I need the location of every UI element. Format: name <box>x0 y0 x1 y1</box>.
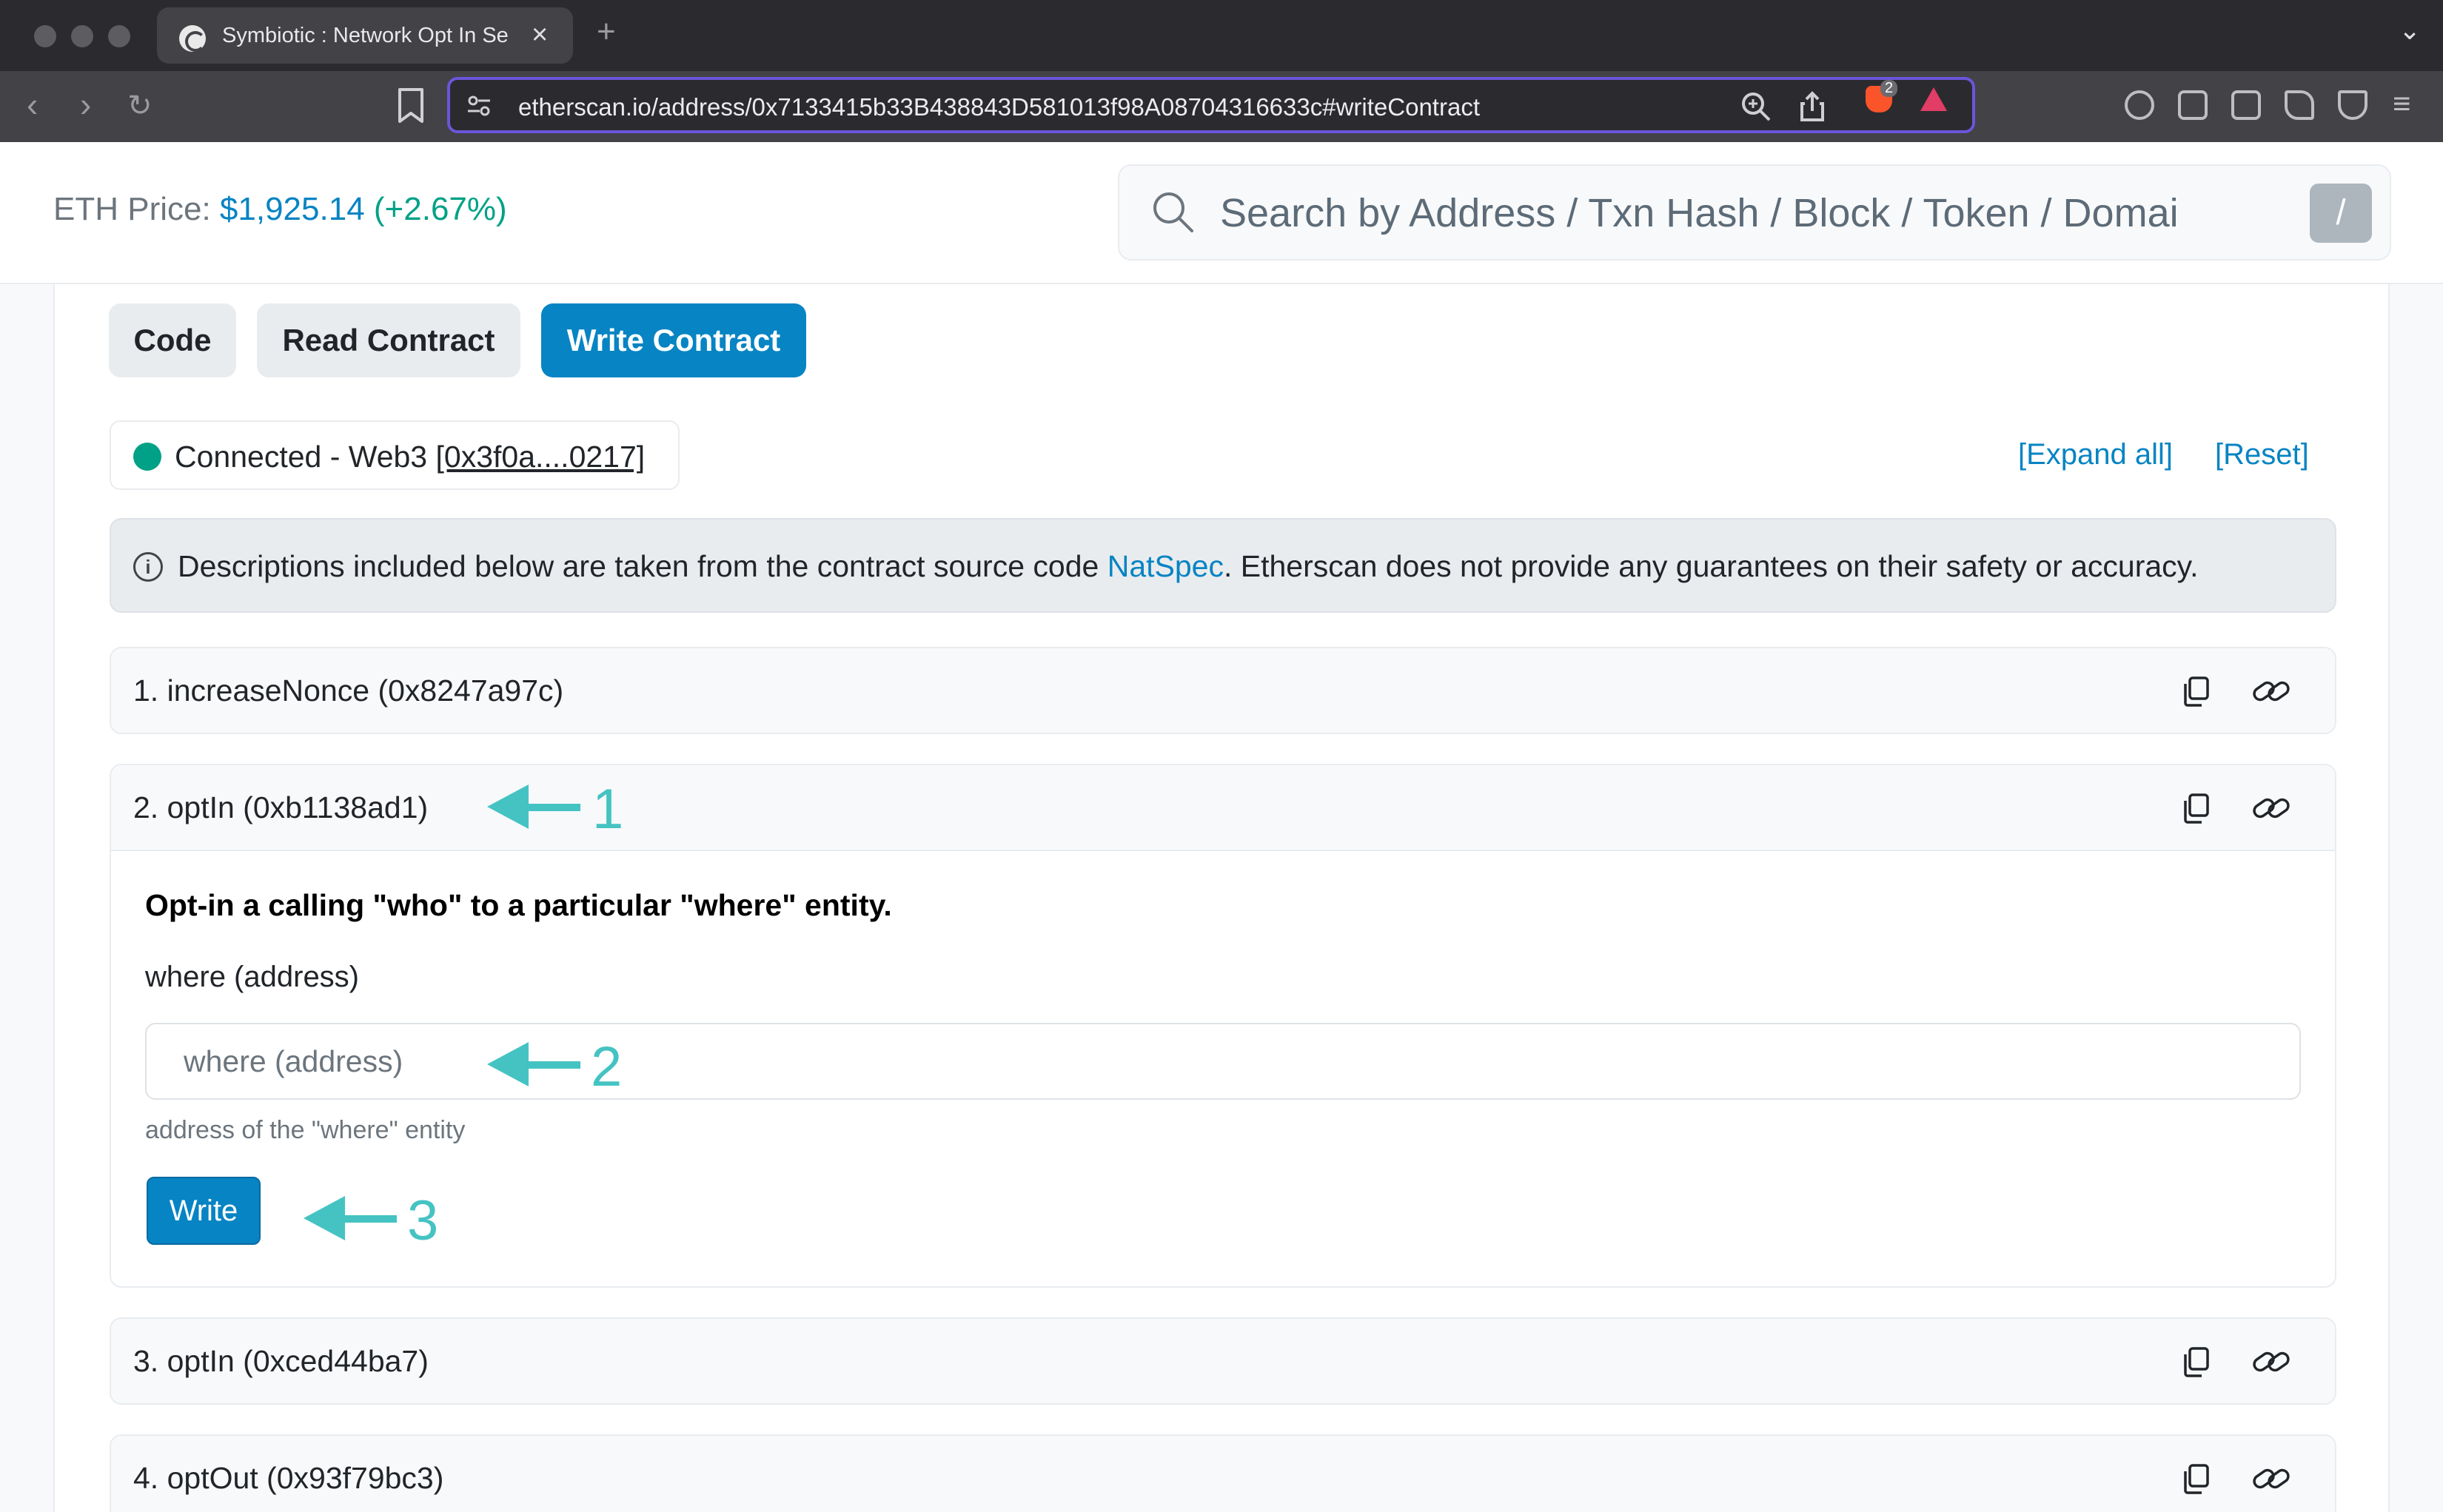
tab-write-contract[interactable]: Write Contract <box>541 303 806 377</box>
vpn-shield-icon[interactable] <box>2338 90 2367 120</box>
wallet-icon[interactable] <box>2231 90 2261 120</box>
reset-link[interactable]: [Reset] <box>2215 438 2309 471</box>
natspec-notice: i Descriptions included below are taken … <box>110 518 2336 613</box>
menu-icon[interactable]: ≡ <box>2393 86 2411 121</box>
arrow-right-icon[interactable]: → <box>2329 1458 2335 1495</box>
annotation-arrow-2: 2 <box>487 1035 635 1098</box>
tab-title: Symbiotic : Network Opt In Se <box>222 24 509 47</box>
annotation-number: 2 <box>591 1035 623 1098</box>
sidebar-icon[interactable] <box>2178 90 2208 120</box>
method-description: Opt-in a calling "who" to a particular "… <box>145 888 892 922</box>
search-input[interactable] <box>1220 187 2286 240</box>
connected-address-link[interactable]: [0x3f0a....0217] <box>436 440 646 474</box>
share-icon[interactable] <box>1796 90 1829 123</box>
method-title: 3. optIn (0xced44ba7) <box>133 1344 429 1378</box>
browser-tab-active[interactable]: Symbiotic : Network Opt In Se × <box>157 7 573 64</box>
copy-icon[interactable] <box>2179 1345 2212 1378</box>
method-title: 4. optOut (0x93f79bc3) <box>133 1461 444 1495</box>
back-icon[interactable]: ‹ <box>27 84 38 124</box>
method-header[interactable]: 3. optIn (0xced44ba7) → <box>111 1319 2335 1403</box>
annotation-shaft <box>338 1215 397 1223</box>
search-icon <box>1153 192 1193 232</box>
copy-icon[interactable] <box>2179 675 2212 708</box>
bookmark-icon[interactable] <box>397 87 425 124</box>
browser-tab-bar: Symbiotic : Network Opt In Se × + ⌄ <box>0 0 2443 71</box>
tab-close-icon[interactable]: × <box>532 19 548 51</box>
notice-text: Descriptions included below are taken fr… <box>178 549 2199 584</box>
search-shortcut-key: / <box>2310 184 2372 243</box>
natspec-link[interactable]: NatSpec <box>1107 549 1224 583</box>
where-field-hint: address of the "where" entity <box>145 1116 466 1144</box>
method-accordion: 1. increaseNonce (0x8247a97c) → <box>110 647 2336 734</box>
expand-all-link[interactable]: [Expand all] <box>2018 438 2173 471</box>
method-header[interactable]: 2. optIn (0xb1138ad1) ↓ <box>111 765 2335 851</box>
copy-icon[interactable] <box>2179 792 2212 824</box>
forward-icon[interactable]: › <box>80 84 91 124</box>
eth-price-value[interactable]: $1,925.14 <box>220 191 365 227</box>
annotation-arrow-1: 1 <box>487 778 635 841</box>
annotation-arrow-3: 3 <box>304 1189 452 1252</box>
method-title: 1. increaseNonce (0x8247a97c) <box>133 673 564 708</box>
annotation-number: 1 <box>592 778 624 841</box>
notice-text-after: . Etherscan does not provide any guarant… <box>1223 549 2199 583</box>
method-header[interactable]: 4. optOut (0x93f79bc3) → <box>111 1436 2335 1512</box>
extensions-icon[interactable] <box>2125 90 2154 120</box>
window-close-button[interactable] <box>34 25 56 47</box>
method-accordion: 3. optIn (0xced44ba7) → <box>110 1317 2336 1405</box>
annotation-shaft <box>521 1061 580 1069</box>
where-field-label: where (address) <box>145 961 360 993</box>
connection-text: Connected - Web3 [0x3f0a....0217] <box>175 440 645 474</box>
connection-status-label: Connected - Web3 <box>175 440 436 474</box>
reload-icon[interactable]: ↻ <box>127 89 153 123</box>
arrow-down-icon[interactable]: ↓ <box>2329 787 2335 824</box>
new-tab-icon[interactable]: + <box>597 13 616 50</box>
chevron-down-icon[interactable]: ⌄ <box>2399 15 2421 46</box>
link-icon[interactable] <box>2251 675 2292 708</box>
eth-price-label: ETH Price: <box>53 191 220 227</box>
wallet-connection-status: Connected - Web3 [0x3f0a....0217] <box>110 420 680 490</box>
brave-rewards-icon[interactable] <box>1920 87 1947 111</box>
where-address-input[interactable] <box>145 1023 2301 1100</box>
eth-price: ETH Price: $1,925.14 (+2.67%) <box>53 191 507 228</box>
copy-icon[interactable] <box>2179 1462 2212 1495</box>
leo-ai-icon[interactable] <box>2285 90 2314 120</box>
browser-toolbar: ‹ › ↻ etherscan.io/address/0x7133415b33B… <box>0 71 2443 142</box>
notice-text-before: Descriptions included below are taken fr… <box>178 549 1107 583</box>
method-header[interactable]: 1. increaseNonce (0x8247a97c) → <box>111 648 2335 733</box>
write-button[interactable]: Write <box>147 1177 261 1245</box>
site-settings-icon[interactable] <box>466 95 492 117</box>
site-favicon-icon <box>179 25 206 52</box>
link-icon[interactable] <box>2251 1345 2292 1378</box>
eth-price-change: (+2.67%) <box>373 191 507 227</box>
window-minimize-button[interactable] <box>71 25 93 47</box>
method-title: 2. optIn (0xb1138ad1) <box>133 790 429 824</box>
tab-read-contract[interactable]: Read Contract <box>257 303 520 377</box>
tab-code[interactable]: Code <box>109 303 236 377</box>
link-icon[interactable] <box>2251 1462 2292 1495</box>
link-icon[interactable] <box>2251 792 2292 824</box>
info-icon: i <box>133 552 163 582</box>
url-text[interactable]: etherscan.io/address/0x7133415b33B438843… <box>518 93 1480 121</box>
address-bar[interactable]: etherscan.io/address/0x7133415b33B438843… <box>447 77 1975 133</box>
connected-status-dot <box>133 443 161 471</box>
arrow-right-icon[interactable]: → <box>2329 1341 2335 1378</box>
zoom-icon[interactable] <box>1740 90 1772 123</box>
contract-card: Code Read Contract Write Contract Connec… <box>53 284 2390 1512</box>
site-header: ETH Price: $1,925.14 (+2.67%) / <box>0 142 2443 284</box>
window-zoom-button[interactable] <box>108 25 130 47</box>
shield-count-badge: 2 <box>1880 80 1898 97</box>
annotation-number: 3 <box>407 1189 439 1252</box>
search-box[interactable]: / <box>1118 164 2391 261</box>
method-accordion: 4. optOut (0x93f79bc3) → <box>110 1434 2336 1512</box>
annotation-shaft <box>521 804 580 811</box>
arrow-right-icon[interactable]: → <box>2329 671 2335 708</box>
